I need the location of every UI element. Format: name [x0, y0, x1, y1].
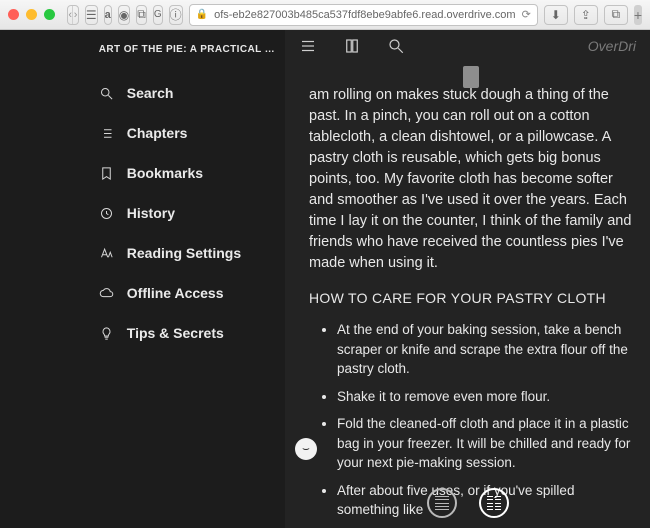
- close-window[interactable]: [8, 9, 19, 20]
- list-item: Shake it to remove even more flour.: [337, 387, 632, 407]
- sidebar-item-search[interactable]: Search: [99, 73, 275, 113]
- content-pane: OverDri am rolling on makes stuck dough …: [285, 30, 650, 528]
- sidebar-item-bookmarks[interactable]: Bookmarks: [99, 153, 275, 193]
- progress-thumb[interactable]: [463, 66, 479, 88]
- section-heading: HOW TO CARE FOR YOUR PASTRY CLOTH: [309, 288, 632, 308]
- reader-body: am rolling on makes stuck dough a thing …: [285, 63, 650, 528]
- sidebar-item-tips[interactable]: Tips & Secrets: [99, 313, 275, 353]
- help-button[interactable]: [295, 438, 317, 460]
- sidebar-item-label: Search: [127, 85, 174, 101]
- sidebar-item-label: History: [127, 205, 175, 221]
- share-button[interactable]: ⇪: [574, 5, 598, 25]
- list-item: At the end of your baking session, take …: [337, 320, 632, 379]
- search-icon[interactable]: [387, 37, 405, 55]
- sidebar-item-label: Bookmarks: [127, 165, 203, 181]
- body-paragraph: am rolling on makes stuck dough a thing …: [309, 85, 632, 274]
- nav-back-forward: ‹ ›: [67, 5, 79, 25]
- new-tab-button[interactable]: +: [634, 5, 642, 25]
- reload-icon[interactable]: ⟳: [522, 8, 531, 21]
- amazon-shortcut[interactable]: a: [104, 5, 112, 25]
- book-icon[interactable]: [343, 37, 361, 55]
- forward-button[interactable]: ›: [73, 6, 78, 24]
- book-title: ART OF THE PIE: A PRACTICAL …: [99, 44, 275, 73]
- address-bar[interactable]: 🔒 ofs-eb2e827003b485ca537fdf8ebe9abfe6.r…: [189, 4, 538, 26]
- search-icon: [99, 86, 115, 101]
- pinterest-shortcut[interactable]: ◉: [118, 5, 130, 25]
- maximize-window[interactable]: [44, 9, 55, 20]
- menu-icon[interactable]: [299, 37, 317, 55]
- sidebar-item-history[interactable]: History: [99, 193, 275, 233]
- sidebar-item-offline-access[interactable]: Offline Access: [99, 273, 275, 313]
- history-icon: [99, 206, 115, 221]
- sidebar-toggle[interactable]: ☰: [85, 5, 98, 25]
- reader-topbar: OverDri: [285, 30, 650, 63]
- browser-chrome: ‹ › ☰ a ◉ ⧉ G ⓘ 🔒 ofs-eb2e827003b485ca53…: [0, 0, 650, 30]
- sidebar-item-label: Chapters: [127, 125, 188, 141]
- tabs-shortcut[interactable]: ⧉: [136, 5, 147, 25]
- reader-app: ART OF THE PIE: A PRACTICAL … Search Cha…: [0, 30, 650, 528]
- sidebar-item-reading-settings[interactable]: Reading Settings: [99, 233, 275, 273]
- shortcut-info[interactable]: ⓘ: [169, 5, 183, 25]
- shortcut-g[interactable]: G: [153, 5, 163, 25]
- bookmark-icon: [99, 166, 115, 181]
- sidebar-item-label: Offline Access: [127, 285, 224, 301]
- single-page-view[interactable]: [427, 488, 457, 518]
- url-text: ofs-eb2e827003b485ca537fdf8ebe9abfe6.rea…: [214, 9, 516, 21]
- downloads-button[interactable]: ⬇: [544, 5, 568, 25]
- two-page-view[interactable]: [479, 488, 509, 518]
- view-toggle: [427, 488, 509, 518]
- list-item: Fold the cleaned-off cloth and place it …: [337, 414, 632, 473]
- sidebar-item-label: Tips & Secrets: [127, 325, 224, 341]
- minimize-window[interactable]: [26, 9, 37, 20]
- font-icon: [99, 246, 115, 261]
- brand-label: OverDri: [588, 38, 636, 54]
- window-controls: [8, 9, 55, 20]
- list-icon: [99, 126, 115, 141]
- cloud-icon: [99, 286, 115, 301]
- sidebar-item-chapters[interactable]: Chapters: [99, 113, 275, 153]
- tabs-button[interactable]: ⧉: [604, 5, 628, 25]
- lightbulb-icon: [99, 326, 115, 341]
- lock-icon: 🔒: [196, 9, 208, 20]
- sidebar: ART OF THE PIE: A PRACTICAL … Search Cha…: [0, 30, 285, 528]
- sidebar-menu: Search Chapters Bookmarks History Readin…: [99, 73, 275, 353]
- sidebar-item-label: Reading Settings: [127, 245, 241, 261]
